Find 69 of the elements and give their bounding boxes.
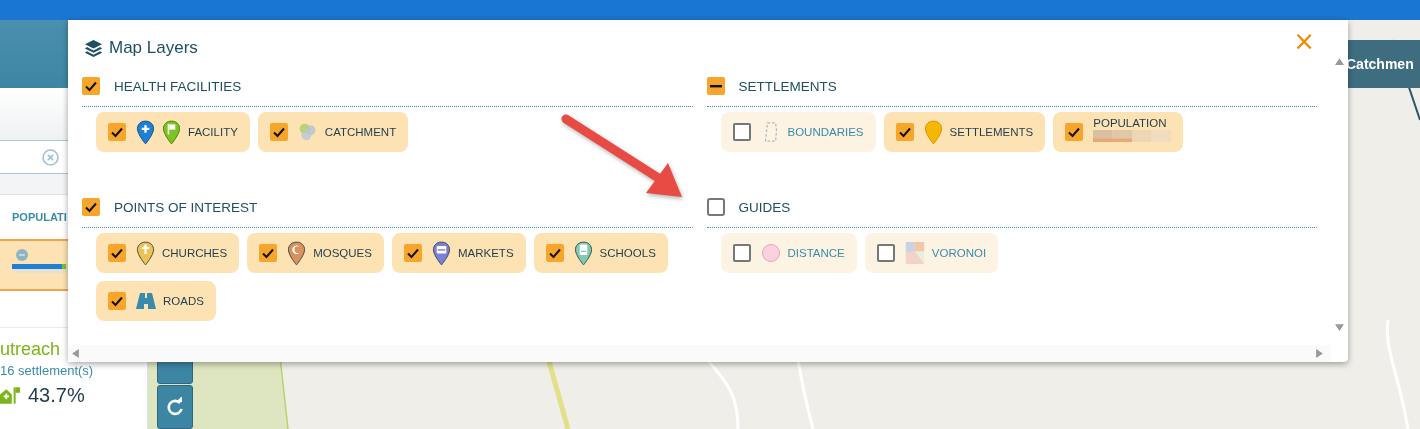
layer-toggle[interactable]: SCHOOLS — [533, 233, 668, 273]
group-label: SETTLEMENTS — [738, 78, 837, 94]
layer-label: CHURCHES — [162, 247, 228, 259]
layer-label: MARKETS — [457, 247, 514, 259]
layer-label: CATCHMENT — [324, 126, 397, 138]
layer-toggle[interactable]: MOSQUES — [247, 233, 384, 273]
outreach-title: utreach — [0, 338, 61, 360]
layer-label: VORONOI — [931, 247, 987, 259]
scroll-left-icon[interactable] — [72, 349, 79, 358]
refresh-icon — [165, 397, 185, 417]
group-label: POINTS OF INTEREST — [114, 199, 258, 215]
checkbox[interactable] — [108, 123, 126, 141]
layer-label: DISTANCE — [787, 247, 845, 259]
layer-toggle[interactable]: CHURCHES — [96, 233, 240, 273]
checkbox[interactable] — [108, 292, 126, 310]
column-header[interactable]: POPULATI — [12, 211, 67, 223]
checkbox[interactable] — [732, 123, 751, 141]
horizontal-scrollbar[interactable] — [68, 345, 1331, 362]
layer-label: FACILITY — [188, 126, 238, 138]
layer-label: SCHOOLS — [599, 247, 656, 259]
checkbox[interactable] — [1065, 123, 1084, 141]
coverage-value: 43.7% — [28, 384, 85, 407]
circles-icon — [297, 121, 318, 143]
group-label: GUIDES — [738, 199, 791, 215]
voronoi-icon — [904, 242, 925, 264]
checkbox[interactable] — [259, 244, 278, 262]
layers-icon — [84, 38, 103, 58]
book-pin-icon — [573, 240, 593, 266]
layer-toggle[interactable]: FACILITY — [96, 112, 250, 152]
layer-label: MOSQUES — [313, 247, 372, 259]
group-checkbox[interactable] — [82, 77, 100, 95]
checkbox[interactable] — [895, 123, 914, 141]
layer-toggle[interactable]: CATCHMENT — [257, 112, 409, 152]
checkbox[interactable] — [403, 244, 422, 262]
layer-toggle[interactable]: SETTLEMENTS — [883, 112, 1046, 152]
checkbox[interactable] — [545, 244, 564, 262]
crescent-pin-icon — [287, 240, 307, 266]
checkbox[interactable] — [732, 244, 751, 262]
group-checkbox[interactable] — [706, 77, 725, 95]
flag-pin-icon — [162, 119, 181, 145]
cross-pin-icon — [136, 240, 155, 266]
layer-toggle[interactable]: BOUNDARIES — [720, 112, 876, 152]
shop-pin-icon — [431, 240, 451, 266]
layer-toggle[interactable]: DISTANCE — [720, 233, 857, 273]
scroll-up-icon[interactable] — [1335, 58, 1344, 65]
layer-label: ROADS — [163, 295, 204, 307]
layer-label: POPULATION — [1093, 116, 1168, 129]
group-checkbox[interactable] — [706, 198, 725, 216]
panel-title: Catchmen — [1346, 56, 1414, 72]
road-icon — [136, 290, 156, 312]
cross-pin-icon — [136, 119, 155, 145]
layer-toggle[interactable]: MARKETS — [391, 233, 526, 273]
layer-toggle[interactable]: POPULATION — [1053, 112, 1184, 152]
scroll-down-icon[interactable] — [1335, 324, 1344, 331]
checkbox[interactable] — [269, 123, 288, 141]
checkbox[interactable] — [108, 244, 126, 262]
checkbox[interactable] — [876, 244, 895, 262]
layer-label: BOUNDARIES — [787, 126, 864, 138]
layer-toggle[interactable]: ROADS — [96, 281, 216, 321]
settlement-count: 16 settlement(s) — [0, 362, 95, 380]
dialog-title: Map Layers — [109, 38, 198, 58]
scroll-right-icon[interactable] — [1316, 349, 1323, 358]
layer-toggle[interactable]: VORONOI — [864, 233, 999, 273]
pin-icon — [923, 119, 943, 145]
layer-label: SETTLEMENTS — [949, 126, 1034, 138]
group-label: HEALTH FACILITIES — [114, 78, 242, 94]
refresh-button[interactable] — [157, 385, 193, 429]
group-checkbox[interactable] — [82, 198, 100, 216]
circle-icon — [760, 242, 781, 264]
